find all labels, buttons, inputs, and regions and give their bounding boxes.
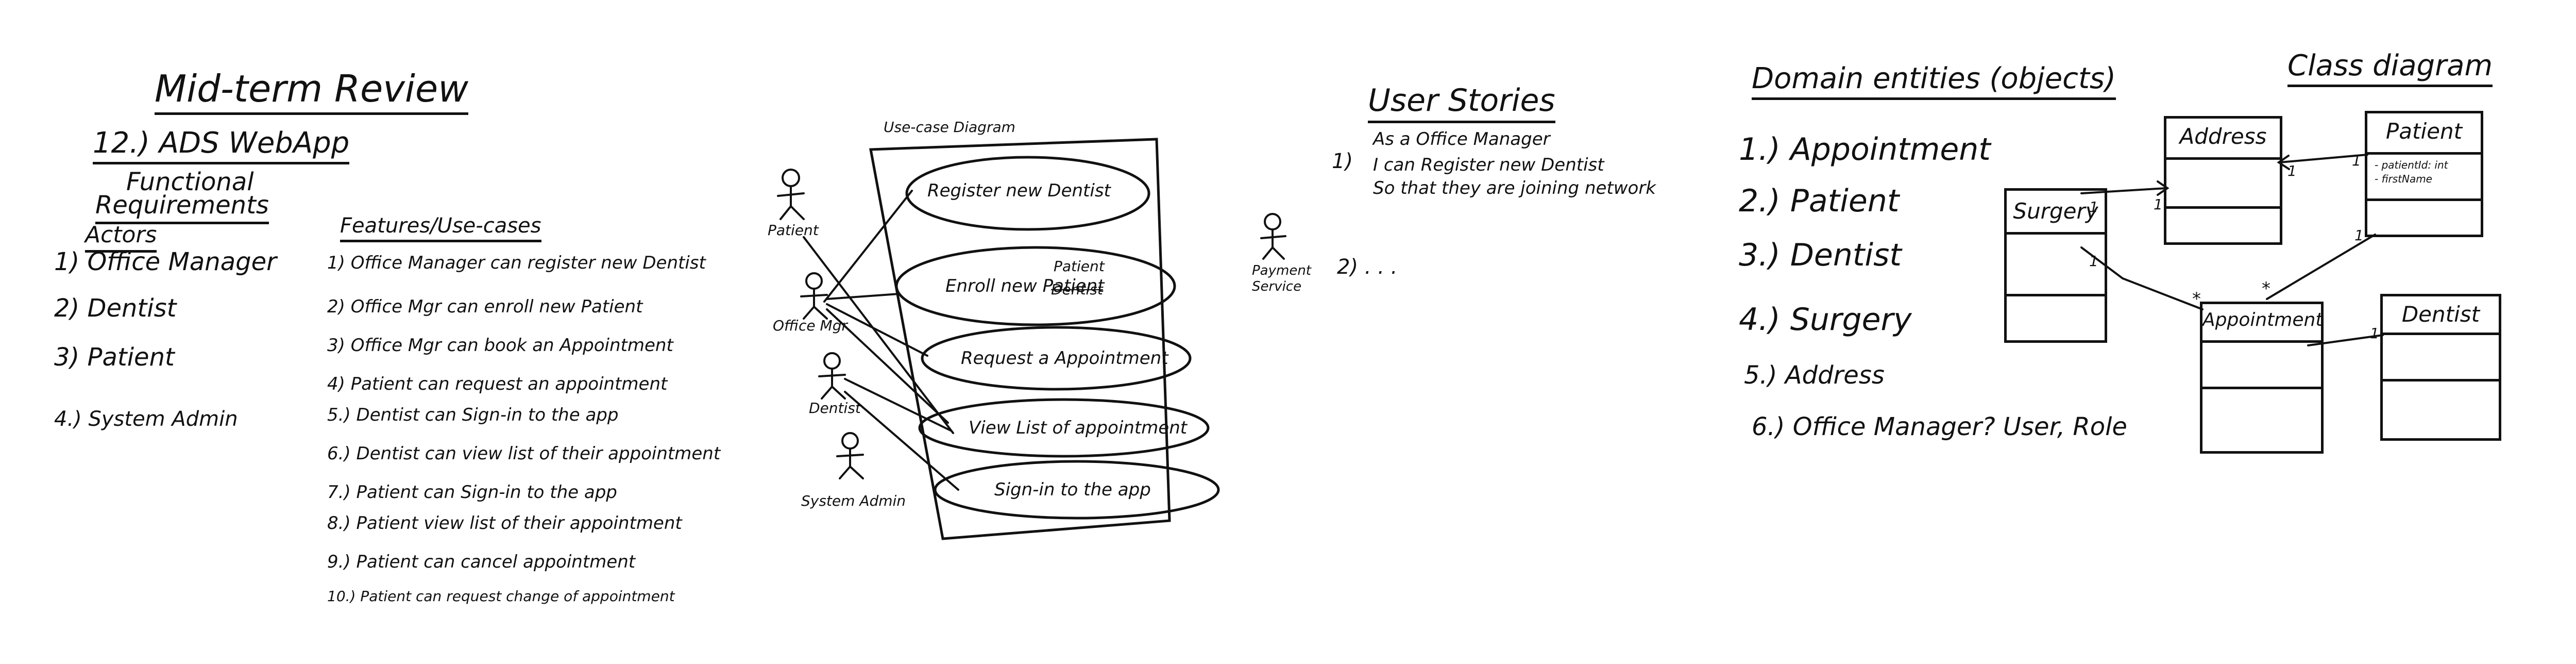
class-title: Appointment (2202, 309, 2323, 330)
class-patient: Patient - patientId: int - firstName (2365, 111, 2483, 237)
class-divider (2007, 232, 2105, 235)
class-title: Dentist (2401, 302, 2480, 327)
class-attribute: - firstName (2375, 173, 2432, 185)
class-divider (2166, 157, 2280, 160)
multiplicity: 1 (2287, 162, 2297, 179)
class-divider (2007, 294, 2105, 296)
class-dentist: Dentist (2380, 294, 2501, 441)
class-divider (2383, 379, 2499, 381)
class-title: Address (2179, 124, 2267, 149)
multiplicity: 1 (2352, 152, 2361, 169)
class-diagram-connectors (2080, 154, 2384, 346)
multiplicity: 1 (2370, 325, 2379, 342)
class-divider (2367, 198, 2481, 201)
multiplicity: 1 (2089, 198, 2098, 215)
multiplicity: 1 (2154, 196, 2163, 213)
class-address: Address (2164, 116, 2282, 245)
multiplicity: * (2262, 278, 2270, 299)
class-attribute: - patientId: int (2375, 159, 2448, 171)
class-title: Patient (2385, 119, 2463, 144)
class-divider (2202, 340, 2321, 343)
multiplicity: 1 (2089, 253, 2098, 270)
multiplicity: 1 (2354, 227, 2364, 244)
class-appointment: Appointment (2200, 302, 2324, 454)
multiplicity: * (2192, 289, 2201, 309)
class-divider (2166, 206, 2280, 209)
class-divider (2367, 152, 2481, 155)
class-divider (2383, 333, 2499, 335)
class-divider (2202, 387, 2321, 389)
